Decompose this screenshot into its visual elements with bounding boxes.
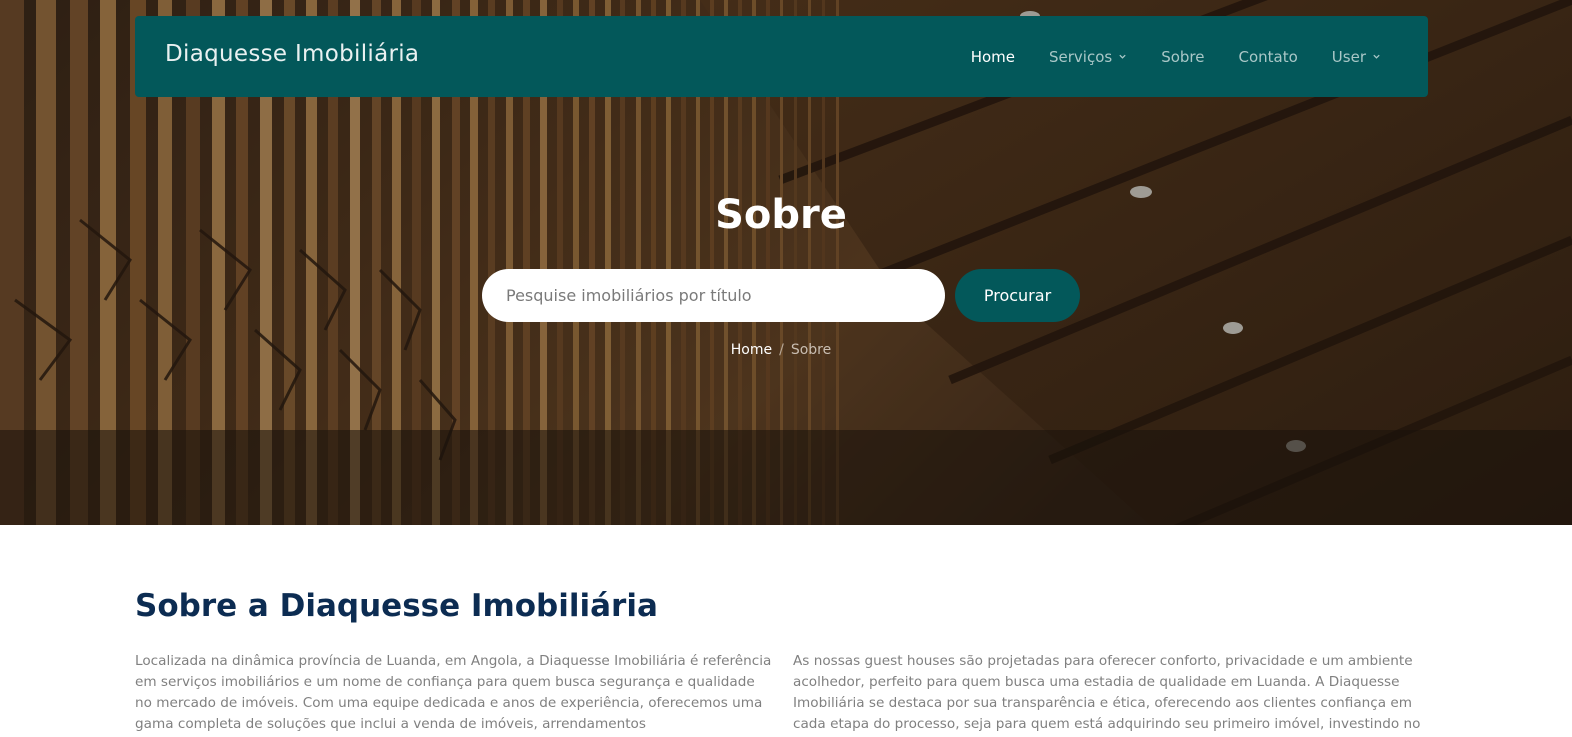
page-title: Sobre bbox=[715, 192, 847, 238]
breadcrumb: Home / Sobre bbox=[0, 342, 1562, 358]
breadcrumb-separator: / bbox=[779, 342, 784, 358]
nav-item-sobre[interactable]: Sobre bbox=[1144, 48, 1221, 66]
breadcrumb-current: Sobre bbox=[790, 342, 832, 358]
nav-item-label: User bbox=[1331, 47, 1366, 66]
navbar: Diaquesse Imobiliária Home Serviços Sobr… bbox=[135, 16, 1428, 97]
nav-item-label: Sobre bbox=[1161, 47, 1205, 66]
brand-logo-text[interactable]: Diaquesse Imobiliária bbox=[165, 41, 419, 67]
nav-item-label: Contato bbox=[1238, 47, 1298, 66]
nav-item-servicos[interactable]: Serviços bbox=[1032, 48, 1144, 66]
nav-item-label: Serviços bbox=[1049, 47, 1113, 66]
chevron-down-icon bbox=[1373, 54, 1380, 59]
search-input[interactable] bbox=[482, 269, 945, 322]
hero-section: Diaquesse Imobiliária Home Serviços Sobr… bbox=[0, 0, 1572, 525]
nav-menu: Home Serviços Sobre Contato User bbox=[954, 16, 1398, 97]
chevron-down-icon bbox=[1119, 54, 1126, 59]
about-paragraph-left: Localizada na dinâmica província de Luan… bbox=[135, 653, 772, 732]
search-form: Procurar bbox=[482, 269, 1080, 322]
about-paragraph-right: As nossas guest houses são projetadas pa… bbox=[793, 653, 1421, 732]
breadcrumb-home-link[interactable]: Home bbox=[731, 342, 772, 358]
nav-item-home[interactable]: Home bbox=[954, 48, 1032, 66]
nav-item-label: Home bbox=[970, 47, 1015, 66]
about-heading: Sobre a Diaquesse Imobiliária bbox=[135, 588, 658, 624]
nav-item-user[interactable]: User bbox=[1315, 48, 1398, 66]
search-button[interactable]: Procurar bbox=[955, 269, 1080, 322]
nav-item-contato[interactable]: Contato bbox=[1222, 48, 1315, 66]
